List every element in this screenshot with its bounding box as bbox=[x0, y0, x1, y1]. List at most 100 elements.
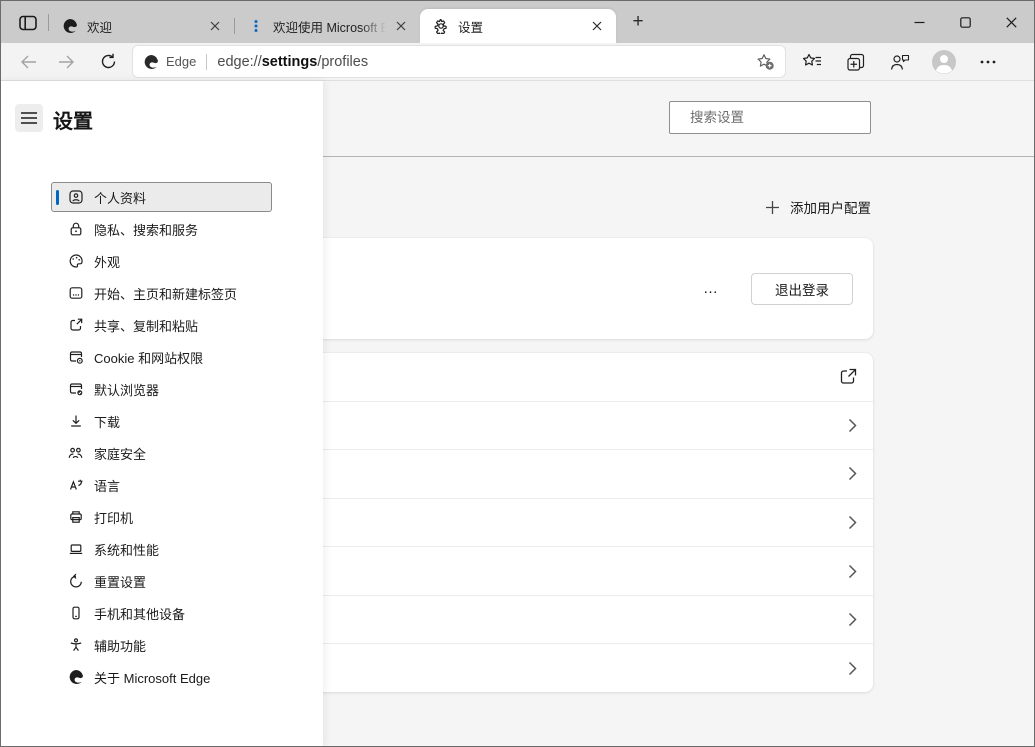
tab-welcome[interactable]: 欢迎 bbox=[49, 9, 234, 43]
tab-close-icon[interactable] bbox=[588, 17, 606, 35]
sidebar-item-system-performance[interactable]: 系统和性能 bbox=[51, 534, 272, 564]
open-external-icon bbox=[840, 368, 857, 385]
avatar-icon bbox=[931, 49, 957, 75]
sidebar-item-start-home-newtab[interactable]: 开始、主页和新建标签页 bbox=[51, 278, 272, 308]
back-icon bbox=[20, 55, 37, 69]
sidebar-item-phone-devices[interactable]: 手机和其他设备 bbox=[51, 598, 272, 628]
browser-window: 欢迎 欢迎使用 Microsoft Edg bbox=[0, 0, 1035, 747]
address-bar[interactable]: Edge edge://settings/profiles bbox=[133, 46, 785, 77]
share-copy-paste-icon bbox=[67, 317, 84, 334]
sidebar-item-label: 重置设置 bbox=[94, 572, 146, 591]
titlebar: 欢迎 欢迎使用 Microsoft Edg bbox=[1, 1, 1034, 43]
tab-close-icon[interactable] bbox=[392, 17, 410, 35]
url-prefix: edge:// bbox=[217, 54, 261, 70]
sign-out-button[interactable]: 退出登录 bbox=[751, 273, 853, 305]
person-chat-icon bbox=[890, 53, 910, 71]
profile-more-button[interactable]: … bbox=[697, 276, 725, 301]
refresh-icon bbox=[100, 53, 117, 70]
palette-icon bbox=[67, 253, 84, 270]
minimize-button[interactable] bbox=[896, 1, 942, 43]
url-highlight: settings bbox=[262, 54, 318, 70]
sidebar-item-appearance[interactable]: 外观 bbox=[51, 246, 272, 276]
sidebar-item-label: 辅助功能 bbox=[94, 636, 146, 655]
feedback-button[interactable] bbox=[883, 47, 917, 77]
sidebar-item-label: 关于 Microsoft Edge bbox=[94, 668, 210, 687]
minimize-icon bbox=[914, 17, 925, 28]
sidebar-item-profiles[interactable]: 个人资料 bbox=[51, 182, 272, 212]
maximize-icon bbox=[960, 17, 971, 28]
tab-close-icon[interactable] bbox=[206, 17, 224, 35]
family-safety-icon bbox=[67, 445, 84, 462]
maximize-button[interactable] bbox=[942, 1, 988, 43]
sidebar-item-downloads[interactable]: 下载 bbox=[51, 406, 272, 436]
chevron-right-icon bbox=[848, 564, 857, 579]
settings-search-box[interactable] bbox=[669, 101, 871, 134]
url-suffix: /profiles bbox=[317, 54, 368, 70]
back-button[interactable] bbox=[13, 47, 43, 77]
tab-actions-icon bbox=[19, 15, 37, 31]
gear-icon bbox=[432, 18, 449, 35]
sidebar-item-label: 下载 bbox=[94, 412, 120, 431]
url-text[interactable]: edge://settings/profiles bbox=[217, 54, 751, 70]
sidebar-item-share-copy-paste[interactable]: 共享、复制和粘贴 bbox=[51, 310, 272, 340]
chevron-right-icon bbox=[848, 515, 857, 530]
edge-logo-icon bbox=[143, 54, 159, 70]
site-badge[interactable]: Edge bbox=[143, 54, 196, 70]
collections-button[interactable] bbox=[839, 47, 873, 77]
edge-logo-icon bbox=[61, 18, 78, 35]
collections-icon bbox=[847, 53, 866, 71]
settings-nav: 个人资料 隐私、搜索和服务 bbox=[51, 182, 272, 694]
default-browser-icon bbox=[67, 381, 84, 398]
favorites-icon bbox=[802, 53, 822, 70]
settings-search-input[interactable] bbox=[690, 110, 867, 125]
close-window-button[interactable] bbox=[988, 1, 1034, 43]
sidebar-item-label: 手机和其他设备 bbox=[94, 604, 185, 623]
sidebar-item-label: Cookie 和网站权限 bbox=[94, 348, 203, 367]
star-add-icon bbox=[756, 53, 775, 71]
sidebar-item-privacy[interactable]: 隐私、搜索和服务 bbox=[51, 214, 272, 244]
sidebar-item-languages[interactable]: 语言 bbox=[51, 470, 272, 500]
add-profile-label: 添加用户配置 bbox=[790, 197, 871, 217]
tab-title: 欢迎 bbox=[87, 17, 200, 36]
refresh-button[interactable] bbox=[93, 47, 123, 77]
add-favorite-button[interactable] bbox=[751, 49, 779, 75]
sidebar-item-accessibility[interactable]: 辅助功能 bbox=[51, 630, 272, 660]
sidebar-item-label: 个人资料 bbox=[94, 188, 146, 207]
tab-settings[interactable]: 设置 bbox=[420, 9, 616, 43]
sidebar-item-default-browser[interactable]: 默认浏览器 bbox=[51, 374, 272, 404]
sidebar-item-printers[interactable]: 打印机 bbox=[51, 502, 272, 532]
add-profile-button[interactable]: 添加用户配置 bbox=[765, 196, 871, 218]
toolbar: Edge edge://settings/profiles bbox=[1, 43, 1034, 81]
sidebar-menu-button[interactable] bbox=[15, 104, 43, 132]
blue-dots-icon bbox=[247, 18, 264, 35]
system-performance-icon bbox=[67, 541, 84, 558]
favorites-button[interactable] bbox=[795, 47, 829, 77]
sidebar-item-about-edge[interactable]: 关于 Microsoft Edge bbox=[51, 662, 272, 692]
chevron-right-icon bbox=[848, 661, 857, 676]
forward-icon bbox=[58, 55, 75, 69]
tab-edge-welcome[interactable]: 欢迎使用 Microsoft Edg bbox=[235, 9, 420, 43]
sidebar-item-reset-settings[interactable]: 重置设置 bbox=[51, 566, 272, 596]
sidebar-item-family-safety[interactable]: 家庭安全 bbox=[51, 438, 272, 468]
window-controls bbox=[896, 1, 1034, 43]
tab-title: 欢迎使用 Microsoft Edg bbox=[273, 17, 386, 36]
chevron-right-icon bbox=[848, 612, 857, 627]
hamburger-icon bbox=[21, 112, 37, 124]
printer-icon bbox=[67, 509, 84, 526]
sidebar-item-cookies-permissions[interactable]: Cookie 和网站权限 bbox=[51, 342, 272, 372]
download-icon bbox=[67, 413, 84, 430]
chevron-right-icon bbox=[848, 466, 857, 481]
settings-menu-button[interactable] bbox=[971, 47, 1005, 77]
new-tab-button[interactable]: + bbox=[624, 8, 652, 36]
plus-icon bbox=[765, 200, 780, 215]
tab-actions-button[interactable] bbox=[14, 11, 42, 35]
accessibility-icon bbox=[67, 637, 84, 654]
sidebar-item-label: 语言 bbox=[94, 476, 120, 495]
start-home-tabs-icon bbox=[67, 285, 84, 302]
tab-strip: 欢迎 欢迎使用 Microsoft Edg bbox=[1, 1, 652, 43]
site-badge-label: Edge bbox=[166, 54, 196, 69]
profile-avatar-button[interactable] bbox=[927, 47, 961, 77]
more-horizontal-icon bbox=[980, 60, 996, 64]
forward-button[interactable] bbox=[51, 47, 81, 77]
sidebar-item-label: 系统和性能 bbox=[94, 540, 159, 559]
